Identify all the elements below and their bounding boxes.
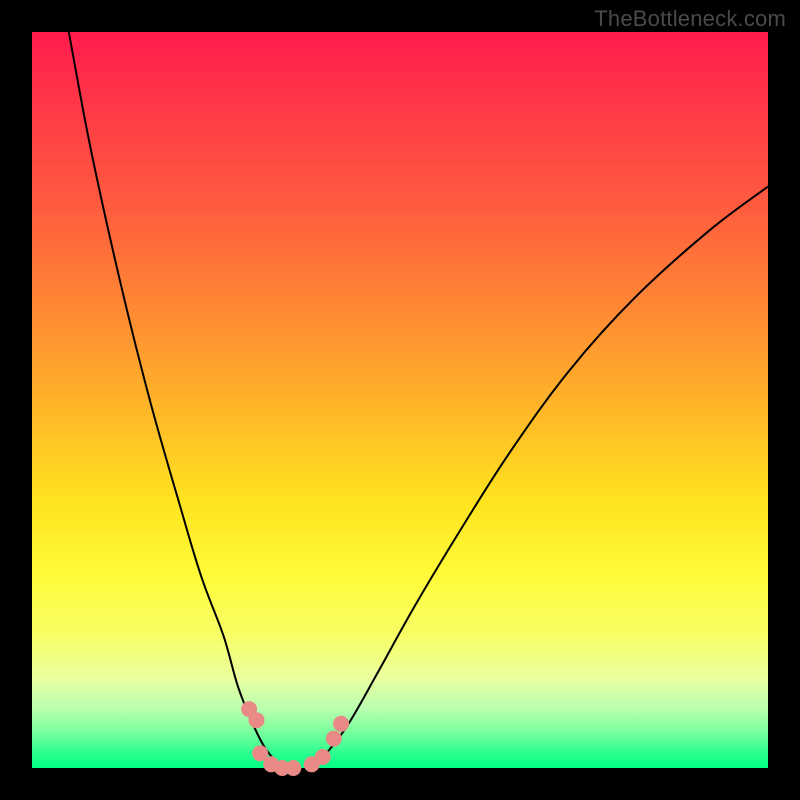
marker-group — [241, 701, 349, 776]
data-marker — [249, 712, 265, 728]
data-marker — [333, 716, 349, 732]
curve-layer — [32, 32, 768, 768]
chart-frame: TheBottleneck.com — [0, 0, 800, 800]
data-marker — [285, 760, 301, 776]
data-marker — [326, 731, 342, 747]
left-curve — [69, 32, 282, 768]
watermark-label: TheBottleneck.com — [594, 6, 786, 32]
right-curve — [312, 187, 768, 768]
data-marker — [315, 749, 331, 765]
